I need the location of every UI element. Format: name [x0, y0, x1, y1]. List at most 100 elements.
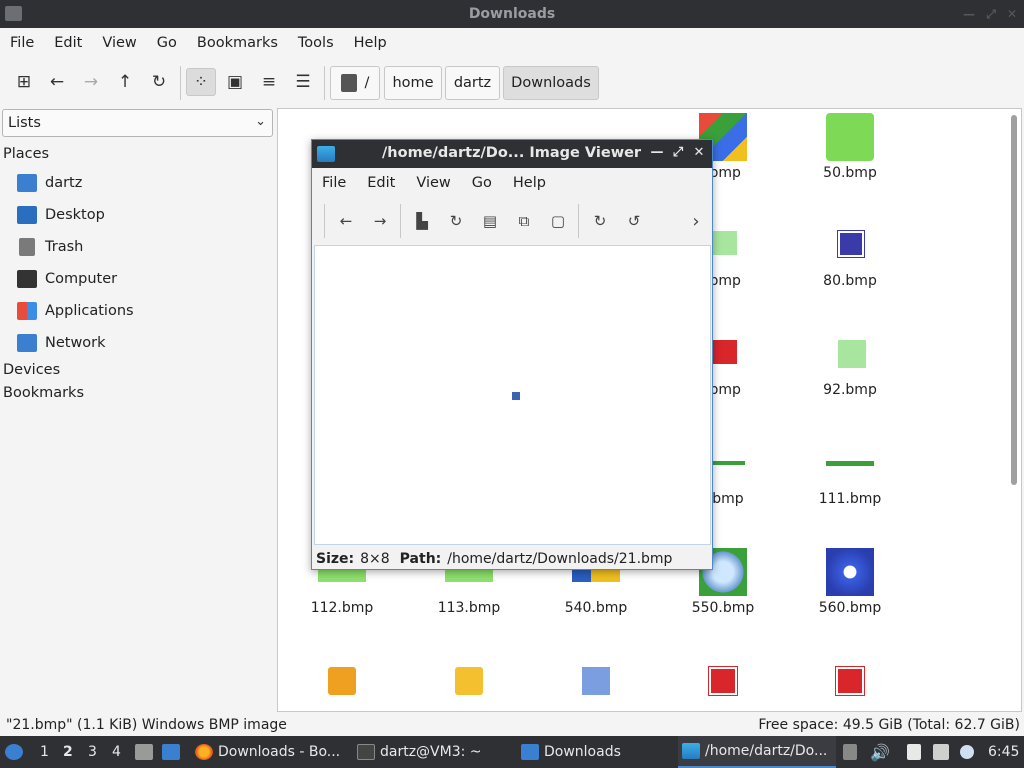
- sidebar-item-computer[interactable]: Computer: [17, 267, 267, 291]
- file-thumbnail: [826, 461, 874, 466]
- file-name: 111.bmp: [818, 491, 882, 507]
- places-header[interactable]: Places: [3, 146, 49, 162]
- bookmarks-header[interactable]: Bookmarks: [3, 385, 84, 401]
- image-canvas[interactable]: [314, 245, 711, 545]
- sidebar-mode-label: Lists: [8, 115, 41, 131]
- paste-icon[interactable]: ▢: [544, 207, 572, 235]
- sidebar-item-applications[interactable]: Applications: [17, 299, 267, 323]
- tray-network[interactable]: [933, 736, 954, 768]
- viewer-menu-help[interactable]: Help: [507, 175, 552, 191]
- sidebar-item-desktop[interactable]: Desktop: [17, 203, 267, 227]
- viewer-titlebar[interactable]: /home/dartz/Do... Image Viewer — ⤢ ✕: [312, 140, 712, 168]
- start-menu-button[interactable]: [5, 736, 28, 768]
- close-icon[interactable]: ✕: [1005, 7, 1019, 21]
- menu-file[interactable]: File: [4, 35, 40, 51]
- minimize-icon[interactable]: —: [962, 7, 976, 21]
- open-file-icon[interactable]: ▙: [408, 207, 436, 235]
- viewer-menu-go[interactable]: Go: [466, 175, 498, 191]
- show-desktop-launcher[interactable]: [162, 736, 185, 768]
- sidebar-mode-select[interactable]: Lists ⌄: [2, 109, 273, 137]
- workspace-4[interactable]: 4: [112, 736, 121, 768]
- path-root-button[interactable]: /: [330, 66, 380, 100]
- reload-icon[interactable]: ↻: [442, 207, 470, 235]
- path-crumb-downloads[interactable]: Downloads: [503, 66, 599, 100]
- back-icon[interactable]: ←: [42, 68, 72, 96]
- sidebar-item-network[interactable]: Network: [17, 331, 267, 355]
- sidebar-item-label: Desktop: [45, 207, 105, 223]
- copy-icon[interactable]: ⧉: [510, 207, 538, 235]
- close-icon[interactable]: ✕: [692, 145, 706, 160]
- workspace-1[interactable]: 1: [40, 736, 49, 768]
- tray-clipboard[interactable]: [907, 736, 926, 768]
- task-label: /home/dartz/Do...: [705, 743, 828, 759]
- viewer-menu-edit[interactable]: Edit: [361, 175, 401, 191]
- selection-status: "21.bmp" (1.1 KiB) Windows BMP image: [6, 717, 287, 733]
- sidebar-item-dartz[interactable]: dartz: [17, 171, 267, 195]
- tray-volume[interactable]: 🔊: [870, 736, 890, 768]
- rotate-counterclockwise-icon[interactable]: ↺: [620, 207, 648, 235]
- more-tools-chevron-icon[interactable]: ›: [682, 207, 710, 235]
- drive-icon: [340, 74, 357, 92]
- info-icon: [960, 745, 974, 759]
- minimize-icon[interactable]: —: [650, 145, 664, 160]
- path-value: /home/dartz/Downloads/21.bmp: [447, 551, 673, 567]
- task-image-viewer[interactable]: /home/dartz/Do...: [678, 736, 836, 768]
- path-crumb-home[interactable]: home: [384, 66, 442, 100]
- up-icon[interactable]: ↑: [110, 68, 140, 96]
- file-name: 92.bmp: [823, 382, 877, 398]
- size-label: Size:: [316, 551, 355, 567]
- save-icon[interactable]: ▤: [476, 207, 504, 235]
- maximize-icon[interactable]: ⤢: [984, 7, 998, 21]
- path-crumb-dartz[interactable]: dartz: [445, 66, 500, 100]
- window-titlebar[interactable]: Downloads — ⤢ ✕: [0, 0, 1024, 28]
- new-tab-icon[interactable]: ⊞: [9, 68, 39, 96]
- free-space-status: Free space: 49.5 GiB (Total: 62.7 GiB): [758, 717, 1020, 733]
- reload-icon[interactable]: ↻: [144, 68, 174, 96]
- file-thumbnail: [455, 667, 483, 695]
- applications-icon: [17, 302, 37, 320]
- terminal-icon: [357, 744, 375, 760]
- menu-edit[interactable]: Edit: [48, 35, 88, 51]
- maximize-icon[interactable]: ⤢: [671, 145, 685, 160]
- file-thumbnail: [713, 461, 745, 465]
- menu-view[interactable]: View: [96, 35, 142, 51]
- file-manager-icon: [135, 744, 153, 760]
- detailed-view-icon[interactable]: ☰: [288, 68, 318, 96]
- task-terminal[interactable]: dartz@VM3: ~: [357, 736, 507, 768]
- compact-view-icon[interactable]: ≡: [254, 68, 284, 96]
- task-firefox[interactable]: Downloads - Bo...: [195, 736, 345, 768]
- menu-tools[interactable]: Tools: [292, 35, 340, 51]
- workspace-2[interactable]: 2: [63, 736, 73, 768]
- file-thumbnail: [826, 113, 874, 161]
- devices-header[interactable]: Devices: [3, 362, 60, 378]
- image-viewer-window[interactable]: /home/dartz/Do... Image Viewer — ⤢ ✕ Fil…: [311, 139, 713, 570]
- viewer-menu-file[interactable]: File: [316, 175, 352, 191]
- thumbnail-view-icon[interactable]: ▣: [220, 68, 250, 96]
- previous-image-icon[interactable]: ←: [332, 207, 360, 235]
- menu-go[interactable]: Go: [151, 35, 183, 51]
- menu-help[interactable]: Help: [348, 35, 393, 51]
- size-value: 8×8: [360, 551, 390, 567]
- clock[interactable]: 6:45: [988, 736, 1019, 768]
- task-label: dartz@VM3: ~: [380, 744, 482, 760]
- forward-icon[interactable]: →: [76, 68, 106, 96]
- icon-view-icon[interactable]: ⁘: [186, 68, 216, 96]
- file-thumbnail: [837, 230, 865, 258]
- workspace-3[interactable]: 3: [88, 736, 97, 768]
- volume-icon: 🔊: [870, 742, 890, 762]
- scrollbar-thumb[interactable]: [1011, 115, 1017, 485]
- menu-bookmarks[interactable]: Bookmarks: [191, 35, 284, 51]
- sidebar-item-trash[interactable]: Trash: [17, 235, 267, 259]
- task-label: Downloads - Bo...: [218, 744, 341, 760]
- viewer-toolbar: ← → ▙ ↻ ▤ ⧉ ▢ ↻ ↺ ›: [312, 198, 712, 244]
- next-image-icon[interactable]: →: [366, 207, 394, 235]
- tray-updates[interactable]: [960, 736, 979, 768]
- task-downloads[interactable]: Downloads: [521, 736, 671, 768]
- tray-keyboard[interactable]: [843, 736, 862, 768]
- path-label: Path:: [399, 551, 442, 567]
- rotate-clockwise-icon[interactable]: ↻: [586, 207, 614, 235]
- viewer-menu-view[interactable]: View: [410, 175, 456, 191]
- taskbar: 1 2 3 4 Downloads - Bo... dartz@VM3: ~ D…: [0, 736, 1024, 768]
- file-manager-launcher[interactable]: [135, 736, 158, 768]
- firefox-icon: [195, 744, 213, 760]
